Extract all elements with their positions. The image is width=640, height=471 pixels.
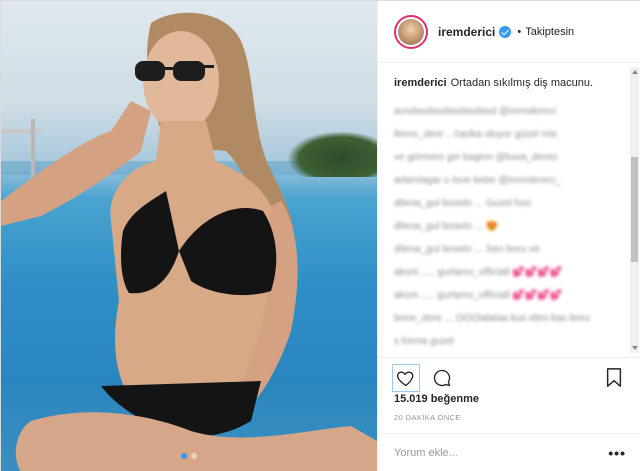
comment-text: ve görmem gin baginn @luwa_dereo — [394, 152, 558, 163]
scrollbar-thumb[interactable] — [631, 157, 638, 262]
comment-item: ve görmem gin baginn @luwa_dereo — [394, 151, 614, 165]
comment-item: aosdasdasdasdasdasd @iremdereci — [394, 105, 614, 119]
comments-list: iremderici Ortadan sıkılmış diş macunu. a… — [378, 63, 630, 353]
heart-icon — [396, 370, 414, 386]
carousel-dot-2[interactable] — [191, 453, 197, 459]
comment-text: akoni...... gurlamo_officiall 💕💕💕💕 — [394, 290, 563, 301]
comment-bubble-icon — [433, 369, 451, 386]
comment-text: akoni...... gurlamo_officiall 💕💕💕💕 — [394, 267, 563, 278]
comment-item: adamlagar u love bebe @iremdereci_ — [394, 174, 614, 188]
save-button[interactable] — [600, 364, 628, 392]
caption-text: Ortadan sıkılmış diş macunu. — [450, 77, 594, 89]
comment-text: adamlagar u love bebe @iremdereci_ — [394, 175, 561, 186]
post-side-panel: iremderici • Takiptesin iremderici Ortadan… — [377, 1, 640, 471]
bookmark-icon — [606, 367, 622, 387]
more-options-icon[interactable]: ••• — [608, 445, 626, 461]
caption-username[interactable]: iremderici — [394, 77, 447, 89]
carousel-dots — [1, 453, 377, 459]
likes-count[interactable]: 15.019 beğenme — [394, 393, 479, 405]
comment-text: dilena_gul boselo ... Guzel hoo — [394, 198, 532, 209]
scroll-down-icon[interactable] — [632, 346, 638, 350]
comment-item: dilena_gul boselo ... Sen boru ve — [394, 243, 614, 257]
like-button[interactable] — [392, 363, 420, 392]
scroll-up-icon[interactable] — [632, 70, 638, 74]
comment-item: ikeno_dere ...harika oluyor güzel mis — [394, 128, 614, 142]
comment-item: dilena_gul boselo ... Guzel hoo — [394, 197, 614, 211]
comment-item: akoni...... gurlamo_officiall 💕💕💕💕 — [394, 289, 614, 303]
post-modal: iremderici • Takiptesin iremderici Ortadan… — [0, 0, 640, 471]
verified-badge-icon — [499, 25, 512, 38]
comment-item: s forma guzel — [394, 335, 614, 349]
carousel-dot-1[interactable] — [181, 453, 187, 459]
post-photo[interactable] — [1, 1, 377, 471]
avatar[interactable] — [394, 14, 428, 49]
comment-item: bone_dere ... OOOlalalaa kus ebni bas bo… — [394, 312, 614, 326]
comment-text: dilena_gul boselo ... Sen boru ve — [394, 244, 540, 255]
follow-status[interactable]: • Takiptesin — [517, 26, 574, 38]
comment-text: ikeno_dere ...harika oluyor güzel mis — [394, 129, 557, 140]
follow-status-label: Takiptesin — [525, 25, 575, 38]
comment-text: bone_dere ... OOOlalalaa kus ebni bas bo… — [394, 313, 590, 324]
add-comment-bar: ••• — [378, 433, 640, 471]
comment-button[interactable] — [428, 364, 456, 392]
woman-figure — [1, 12, 377, 471]
comment-text: aosdasdasdasdasdasd @iremdereci — [394, 106, 556, 117]
comment-item: dilena_gul boselo ... 😍 — [394, 220, 614, 234]
caption: iremderici Ortadan sıkılmış diş macunu. — [394, 75, 614, 91]
post-header: iremderici • Takiptesin — [378, 1, 640, 63]
post-timestamp[interactable]: 20 DAKİKA ÖNCE — [394, 413, 461, 422]
author-username[interactable]: iremderici — [438, 25, 495, 39]
comment-text: s forma guzel — [394, 336, 455, 347]
action-bar — [378, 357, 640, 397]
comment-text: dilena_gul boselo ... 😍 — [394, 221, 499, 232]
comment-input[interactable] — [394, 447, 609, 459]
comment-item: akoni...... gurlamo_officiall 💕💕💕💕 — [394, 266, 614, 280]
comments-scrollbar[interactable] — [630, 67, 639, 353]
